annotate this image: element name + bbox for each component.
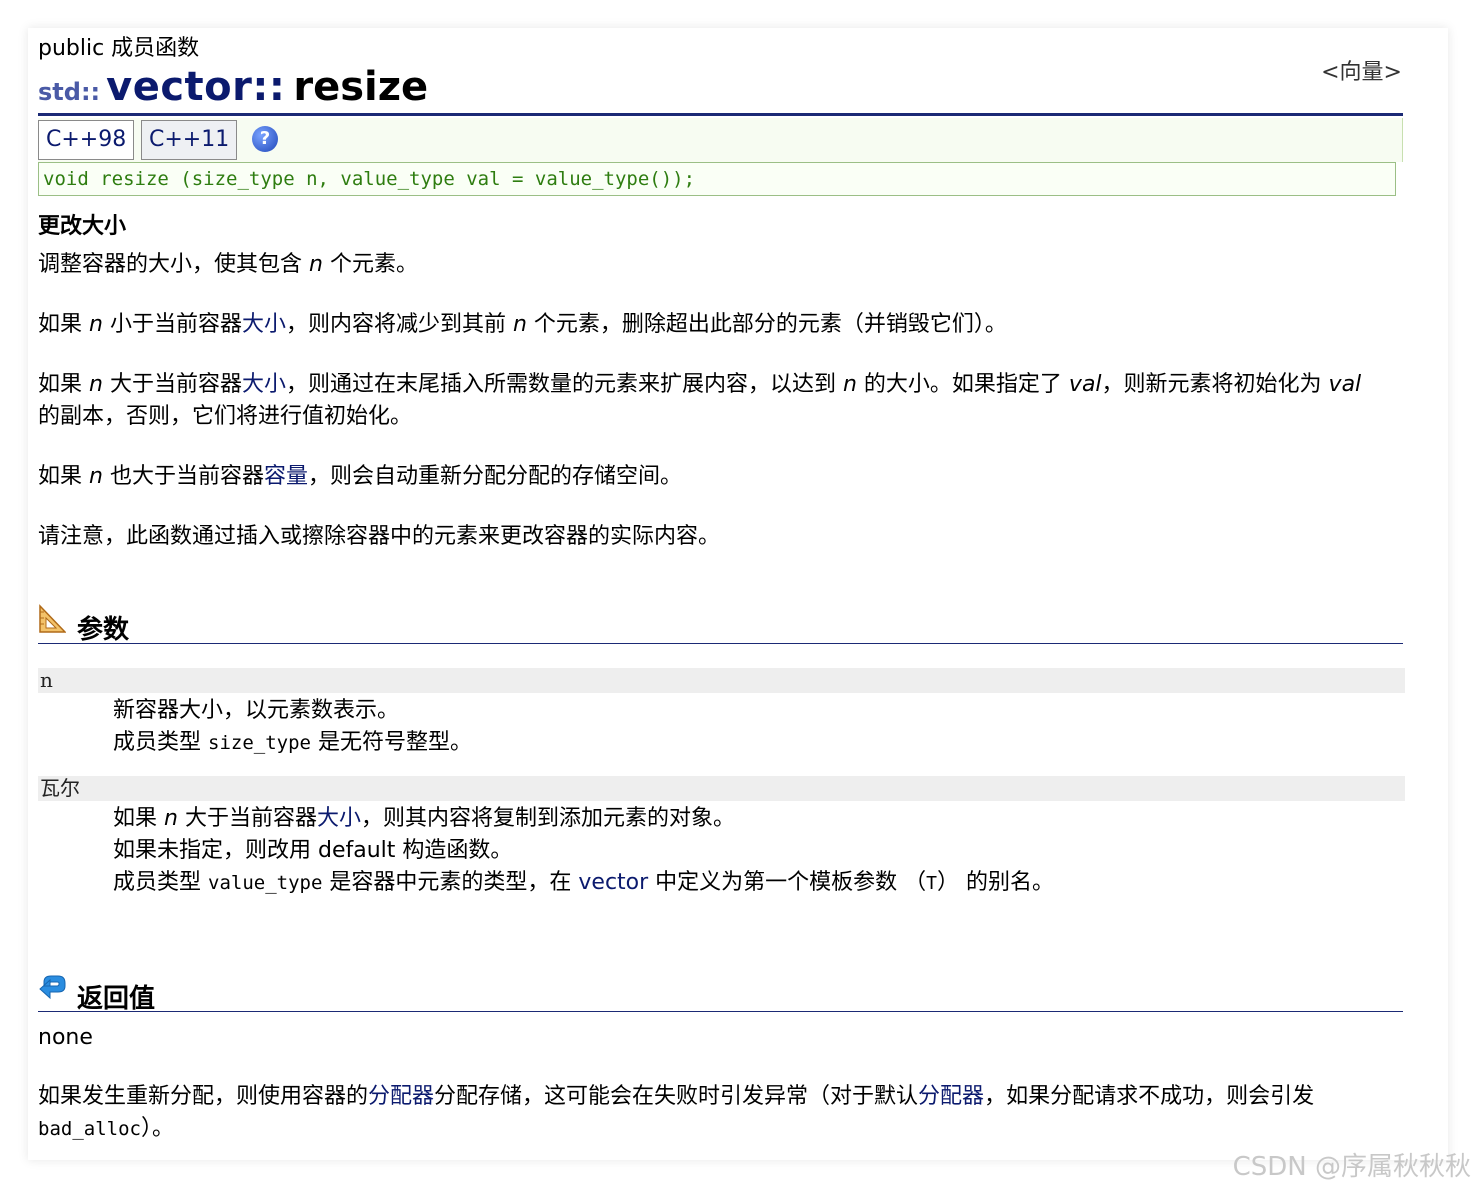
- text-span: 分配存储，这可能会在失败时引发异常（对于默认: [434, 1084, 919, 1109]
- code-span: value_type: [208, 872, 323, 894]
- text-span: 也大于当前容器: [102, 464, 264, 489]
- param-ref: n: [842, 372, 857, 397]
- text-span: ）。: [140, 1116, 174, 1141]
- size-link[interactable]: 大小: [317, 806, 361, 831]
- param-val-type: 成员类型 value_type 是容器中元素的类型，在 vector 中定义为第…: [113, 867, 1054, 900]
- text-span: 调整容器的大小，使其包含: [38, 252, 309, 277]
- version-tab-bar: C++98 C++11 ?: [38, 118, 1403, 162]
- return-value-divider: [38, 1011, 1403, 1012]
- tab-cpp11[interactable]: C++11: [141, 120, 238, 160]
- text-span: ，则通过在末尾插入所需数量的元素来扩展内容，以达到: [285, 372, 843, 397]
- return-paragraph-2: bad_alloc）。: [38, 1113, 174, 1145]
- description-paragraph-2: 如果 n 小于当前容器大小，则内容将减少到其前 n 个元素，删除超出此部分的元素…: [38, 309, 1007, 341]
- description-paragraph-3: 如果 n 大于当前容器大小，则通过在末尾插入所需数量的元素来扩展内容，以达到 n…: [38, 369, 1361, 401]
- param-name-val: 瓦尔: [38, 776, 1405, 801]
- text-span: 的大小。如果指定了: [856, 372, 1069, 397]
- text-span: 是无符号整型。: [310, 730, 472, 755]
- text-span: 中定义为第一个模板参数 （: [648, 870, 927, 895]
- allocator-link[interactable]: 分配器: [368, 1084, 434, 1109]
- text-span: 个元素。: [322, 252, 418, 277]
- param-ref: n: [89, 312, 103, 337]
- param-ref: val: [1068, 372, 1102, 397]
- text-span: ，如果分配请求不成功，则会引发: [984, 1084, 1315, 1109]
- param-ref: n: [89, 464, 103, 489]
- namespace-label: std::: [38, 78, 101, 106]
- return-paragraph-1: 如果发生重新分配，则使用容器的分配器分配存储，这可能会在失败时引发异常（对于默认…: [38, 1081, 1314, 1113]
- param-val-description: 如果 n 大于当前容器大小，则其内容将复制到添加元素的对象。: [113, 803, 735, 835]
- return-value: none: [38, 1025, 93, 1050]
- param-ref: n: [89, 372, 103, 397]
- allocator-link[interactable]: 分配器: [918, 1084, 984, 1109]
- text-span: 大于当前容器: [102, 372, 242, 397]
- function-declaration: void resize (size_type n, value_type val…: [38, 162, 1396, 196]
- code-span: T: [926, 873, 938, 894]
- text-span: ） 的别名。: [937, 870, 1055, 895]
- description-paragraph-5: 请注意，此函数通过插入或擦除容器中的元素来更改容器的实际内容。: [38, 524, 721, 549]
- text-span: 是容器中元素的类型，在: [322, 870, 579, 895]
- text-span: ，则新元素将初始化为: [1101, 372, 1329, 397]
- text-span: 如果: [38, 372, 89, 397]
- page-title: std:: vector:: resize: [38, 64, 428, 110]
- code-span: bad_alloc: [38, 1118, 141, 1140]
- return-value-heading: 返回值: [77, 984, 156, 1014]
- text-span: 成员类型: [113, 870, 208, 895]
- capacity-link[interactable]: 容量: [264, 464, 308, 489]
- param-ref: n: [512, 312, 527, 337]
- description-paragraph-4: 如果 n 也大于当前容器容量，则会自动重新分配分配的存储空间。: [38, 461, 682, 493]
- watermark: CSDN @序属秋秋秋: [1232, 1152, 1471, 1182]
- text-span: 如果发生重新分配，则使用容器的: [38, 1084, 369, 1109]
- text-span: 如果: [38, 464, 89, 489]
- tab-cpp98[interactable]: C++98: [38, 120, 135, 160]
- text-span: 成员类型: [113, 730, 208, 755]
- param-n-type: 成员类型 size_type 是无符号整型。: [113, 727, 472, 759]
- function-name: resize: [293, 64, 429, 110]
- text-span: 如果: [38, 312, 89, 337]
- class-name: vector::: [106, 64, 286, 110]
- parameters-divider: [38, 643, 1403, 644]
- description-title: 更改大小: [38, 214, 127, 239]
- text-span: 大于当前容器: [177, 806, 317, 831]
- param-name-n: n: [38, 668, 1405, 693]
- member-kind-label: public 成员函数: [38, 36, 200, 61]
- param-ref: n: [309, 252, 323, 277]
- text-span: 个元素，删除超出此部分的元素（并销毁它们）。: [526, 312, 1007, 337]
- text-span: ，则会自动重新分配分配的存储空间。: [307, 464, 682, 489]
- ruler-icon: [39, 604, 66, 633]
- param-ref: val: [1328, 372, 1362, 397]
- text-span: ，则内容将减少到其前: [285, 312, 513, 337]
- param-ref: n: [164, 806, 178, 831]
- code-span: size_type: [208, 732, 311, 754]
- text-span: ，则其内容将复制到添加元素的对象。: [360, 806, 735, 831]
- question-icon[interactable]: ?: [252, 126, 278, 152]
- parameters-heading: 参数: [77, 615, 130, 645]
- size-link[interactable]: 大小: [242, 372, 286, 397]
- param-val-default: 如果未指定，则改用 default 构造函数。: [113, 838, 513, 863]
- reference-page: public 成员函数 std:: vector:: resize <向量> C++…: [28, 28, 1448, 1160]
- text-span: 小于当前容器: [102, 312, 242, 337]
- vector-link[interactable]: vector: [578, 870, 648, 895]
- title-divider: [38, 113, 1403, 116]
- description-paragraph-3-line-2: 的副本，否则，它们将进行值初始化。: [38, 404, 413, 429]
- description-paragraph-1: 调整容器的大小，使其包含 n 个元素。: [38, 249, 418, 281]
- size-link[interactable]: 大小: [242, 312, 286, 337]
- container-link[interactable]: <向量>: [1321, 54, 1402, 86]
- param-n-description: 新容器大小，以元素数表示。: [113, 698, 400, 723]
- text-span: 如果: [113, 806, 164, 831]
- return-arrow-icon: [39, 975, 66, 1000]
